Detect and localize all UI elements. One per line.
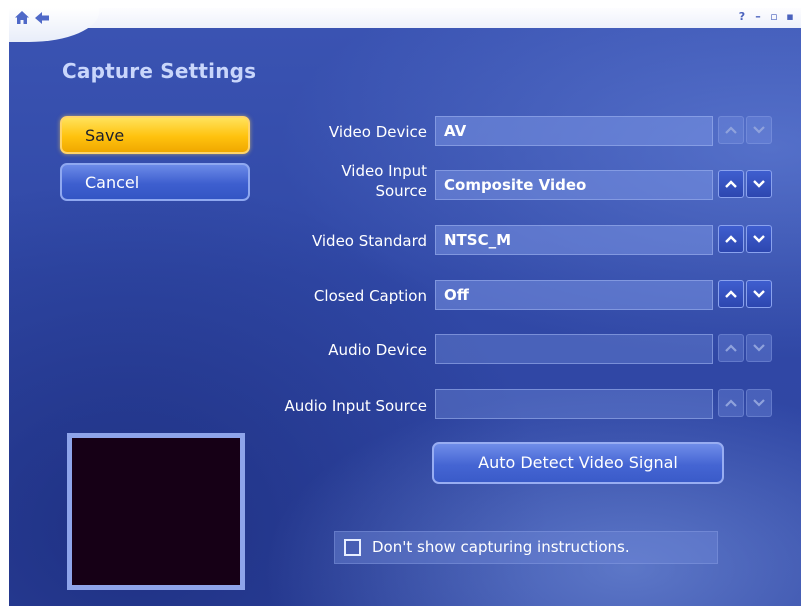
- chevron-down-icon: [753, 399, 765, 407]
- chevron-up-icon: [725, 344, 737, 352]
- video-device-field[interactable]: AV: [435, 116, 713, 146]
- auto-detect-video-signal-button[interactable]: Auto Detect Video Signal: [432, 442, 724, 484]
- chevron-down-icon: [753, 290, 765, 298]
- video-device-label: Video Device: [328, 123, 427, 141]
- chevron-down-icon: [753, 180, 765, 188]
- nav-tab: [9, 8, 99, 42]
- closed-caption-up-button[interactable]: [718, 280, 744, 308]
- window-controls: ? – ▫ ▪: [737, 10, 795, 24]
- video-device-spinner: [718, 116, 772, 146]
- restore-icon[interactable]: ▫: [769, 10, 779, 24]
- home-icon[interactable]: [13, 10, 31, 26]
- audio-input-source-down-button[interactable]: [746, 389, 772, 417]
- video-preview: [67, 433, 245, 590]
- audio-device-up-button[interactable]: [718, 334, 744, 362]
- title-bar: [9, 8, 801, 28]
- chevron-down-icon: [753, 126, 765, 134]
- video-input-source-field[interactable]: Composite Video: [435, 170, 713, 200]
- media-center-window: ? – ▫ ▪ Capture Settings Save Cancel Vid…: [9, 8, 801, 606]
- video-standard-down-button[interactable]: [746, 225, 772, 253]
- video-input-source-label-line1: Video Input: [341, 162, 427, 180]
- audio-input-source-up-button[interactable]: [718, 389, 744, 417]
- chevron-down-icon: [753, 344, 765, 352]
- audio-device-down-button[interactable]: [746, 334, 772, 362]
- closed-caption-down-button[interactable]: [746, 280, 772, 308]
- video-input-source-spinner: [718, 170, 772, 200]
- audio-device-spinner: [718, 334, 772, 364]
- video-device-down-button[interactable]: [746, 116, 772, 144]
- closed-caption-field[interactable]: Off: [435, 280, 713, 310]
- audio-input-source-label: Audio Input Source: [284, 397, 427, 415]
- video-standard-label: Video Standard: [311, 232, 427, 250]
- video-standard-up-button[interactable]: [718, 225, 744, 253]
- chevron-down-icon: [753, 235, 765, 243]
- chevron-up-icon: [725, 290, 737, 298]
- dont-show-instructions-label: Don't show capturing instructions.: [372, 538, 630, 556]
- dont-show-instructions-checkbox[interactable]: [344, 539, 361, 556]
- chevron-up-icon: [725, 235, 737, 243]
- video-input-source-label-line2: Source: [375, 182, 427, 200]
- closed-caption-label: Closed Caption: [313, 287, 427, 305]
- minimize-icon[interactable]: –: [753, 10, 763, 24]
- audio-device-field[interactable]: [435, 334, 713, 364]
- video-device-up-button[interactable]: [718, 116, 744, 144]
- audio-input-source-spinner: [718, 389, 772, 419]
- page-title: Capture Settings: [62, 59, 257, 83]
- chevron-up-icon: [725, 399, 737, 407]
- chevron-up-icon: [725, 126, 737, 134]
- back-arrow-icon[interactable]: [33, 10, 51, 26]
- help-icon[interactable]: ?: [737, 10, 747, 24]
- video-standard-field[interactable]: NTSC_M: [435, 225, 713, 255]
- closed-caption-spinner: [718, 280, 772, 310]
- audio-device-label: Audio Device: [328, 341, 427, 359]
- close-icon[interactable]: ▪: [785, 10, 795, 24]
- video-input-source-up-button[interactable]: [718, 170, 744, 198]
- instructions-checkbox-row[interactable]: Don't show capturing instructions.: [334, 531, 718, 564]
- video-input-source-down-button[interactable]: [746, 170, 772, 198]
- chevron-up-icon: [725, 180, 737, 188]
- video-standard-spinner: [718, 225, 772, 255]
- audio-input-source-field[interactable]: [435, 389, 713, 419]
